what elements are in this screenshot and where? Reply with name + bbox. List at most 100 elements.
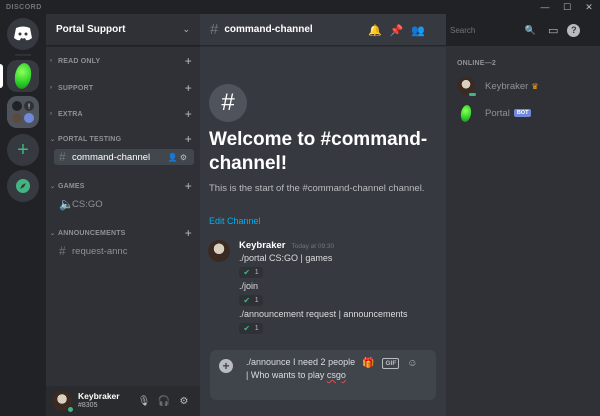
checkmark-icon: ✔	[243, 296, 251, 305]
upload-plus-icon[interactable]: +	[219, 359, 233, 373]
welcome-title: Welcome to #command-channel!	[209, 129, 428, 174]
explore-servers-button[interactable]	[7, 170, 39, 202]
composer-tools: 🎁 GIF ☺	[362, 358, 418, 369]
message-header: Keybraker Today at 09:30	[239, 240, 334, 251]
maximize-icon[interactable]: ☐	[556, 0, 578, 14]
mobile-status-icon	[468, 92, 477, 97]
text-channel-icon: #	[59, 244, 66, 258]
crown-icon: ♛	[531, 81, 539, 91]
pin-icon[interactable]: 📌	[390, 24, 404, 37]
header-controls-right: ▭ ?	[548, 14, 581, 46]
reaction[interactable]: ✔ 1	[239, 323, 263, 334]
search-box[interactable]: 🔍	[446, 22, 540, 38]
category-support[interactable]: › SUPPORT +	[46, 81, 200, 95]
minimize-icon[interactable]: —	[534, 0, 556, 14]
close-icon[interactable]: ✕	[578, 0, 600, 14]
category-label: SUPPORT	[58, 84, 94, 92]
category-games[interactable]: ⌄ GAMES +	[46, 179, 200, 193]
portal-blob-icon	[459, 103, 473, 123]
user-info[interactable]: Keybraker #8305	[78, 392, 134, 409]
checkmark-icon: ✔	[243, 324, 251, 333]
avatar[interactable]	[208, 240, 230, 262]
expanded-arrow-icon: ⌄	[50, 136, 56, 143]
avatar	[457, 103, 475, 123]
members-icon[interactable]: 👥	[411, 24, 425, 37]
invite-icon[interactable]: 👤	[168, 153, 180, 162]
app-name: DISCORD	[6, 3, 42, 11]
channel-actions: 👤⚙	[168, 153, 189, 162]
create-channel-icon[interactable]: +	[185, 132, 192, 146]
gear-icon[interactable]: ⚙	[174, 396, 194, 407]
header-controls: 🔔 📌 👥	[368, 14, 425, 46]
category-read-only[interactable]: › READ ONLY +	[46, 54, 200, 68]
inbox-icon[interactable]: ▭	[548, 24, 558, 37]
text-channel-icon: #	[59, 150, 66, 164]
category-label: EXTRA	[58, 110, 83, 118]
portal-blob-icon	[12, 61, 34, 91]
channel-request-annc[interactable]: # request-annc	[54, 243, 194, 259]
category-label: ANNOUNCEMENTS	[58, 229, 126, 237]
member-portal[interactable]: Portal BOT	[457, 100, 597, 126]
server-folder[interactable]: !	[7, 96, 39, 128]
member-name: Keybraker	[485, 80, 529, 92]
username: Keybraker	[78, 391, 120, 402]
server-list: ! +	[0, 14, 46, 416]
microphone-icon[interactable]: 🎙	[134, 396, 154, 407]
member-group-header: ONLINE—2	[457, 60, 496, 67]
window-titlebar: DISCORD — ☐ ✕	[0, 0, 600, 14]
member-name: Portal	[485, 107, 510, 119]
create-channel-icon[interactable]: +	[185, 107, 192, 121]
category-label: GAMES	[58, 182, 85, 190]
collapsed-arrow-icon: ›	[50, 58, 53, 64]
reaction[interactable]: ✔ 1	[239, 295, 263, 306]
message-author[interactable]: Keybraker	[239, 240, 285, 251]
bot-badge: BOT	[513, 109, 532, 117]
edit-channel-link[interactable]: Edit Channel	[209, 216, 261, 226]
create-channel-icon[interactable]: +	[185, 179, 192, 193]
channel-command-channel[interactable]: # command-channel 👤⚙	[54, 149, 194, 165]
emoji-icon[interactable]: ☺	[407, 358, 417, 369]
text-channel-icon: #	[210, 21, 219, 38]
search-icon: 🔍	[524, 24, 536, 35]
hash-icon: #	[209, 84, 247, 122]
folder-servers-icon: !	[12, 101, 34, 123]
guild-header[interactable]: Portal Support ⌄	[46, 14, 200, 46]
channel-name: CS:GO	[72, 198, 103, 210]
welcome-description: This is the start of the #command-channe…	[209, 183, 425, 194]
collapsed-arrow-icon: ›	[50, 111, 53, 117]
server-portal-support[interactable]	[7, 60, 39, 92]
category-label: READ ONLY	[58, 57, 101, 65]
create-channel-icon[interactable]: +	[185, 226, 192, 240]
gif-icon[interactable]: GIF	[382, 358, 400, 369]
search-input[interactable]	[450, 25, 520, 35]
gift-icon[interactable]: 🎁	[362, 358, 374, 369]
gear-icon[interactable]: ⚙	[180, 153, 189, 162]
category-announcements[interactable]: ⌄ ANNOUNCEMENTS +	[46, 226, 200, 240]
avatar[interactable]	[52, 391, 74, 413]
create-channel-icon[interactable]: +	[185, 54, 192, 68]
message-composer[interactable]: + ./announce I need 2 people | Who wants…	[210, 350, 436, 400]
reaction-count: 1	[254, 269, 259, 276]
create-channel-icon[interactable]: +	[185, 81, 192, 95]
channel-csgo[interactable]: 🔈 CS:GO	[54, 196, 194, 212]
member-keybraker[interactable]: Keybraker ♛	[457, 73, 597, 99]
compass-icon	[16, 179, 30, 193]
category-portal-testing[interactable]: ⌄ PORTAL TESTING +	[46, 132, 200, 146]
channel-name: request-annc	[72, 245, 128, 257]
server-separator	[15, 54, 31, 56]
category-label: PORTAL TESTING	[58, 135, 122, 143]
voice-channel-icon: 🔈	[59, 197, 74, 211]
reaction[interactable]: ✔ 1	[239, 267, 263, 278]
expanded-arrow-icon: ⌄	[50, 183, 56, 190]
headphones-icon[interactable]: 🎧	[154, 396, 174, 407]
home-button[interactable]	[7, 18, 39, 50]
bell-icon[interactable]: 🔔	[368, 24, 382, 37]
help-icon[interactable]: ?	[567, 23, 581, 37]
chevron-down-icon[interactable]: ⌄	[182, 24, 190, 35]
reaction-count: 1	[254, 297, 259, 304]
add-server-button[interactable]: +	[7, 134, 39, 166]
message-line: ./portal CS:GO | games	[239, 253, 333, 263]
message-input[interactable]: ./announce I need 2 people | Who wants t…	[246, 356, 356, 382]
reaction-count: 1	[254, 325, 259, 332]
category-extra[interactable]: › EXTRA +	[46, 107, 200, 121]
